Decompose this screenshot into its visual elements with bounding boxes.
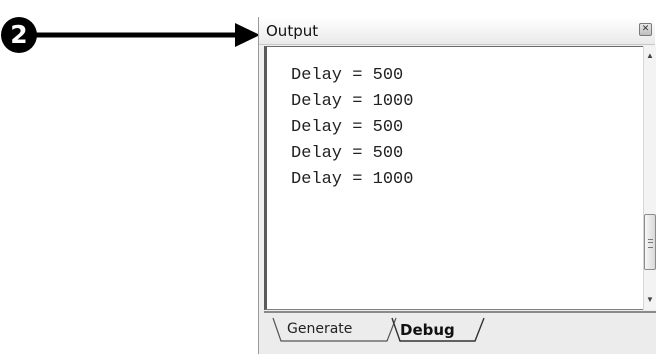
tab-debug[interactable]: Debug	[392, 318, 482, 341]
scroll-grip-icon	[648, 239, 653, 248]
output-line: Delay = 1000	[291, 92, 414, 111]
tab-strip: Generate Debug	[259, 310, 656, 354]
output-line: Delay = 500	[291, 144, 404, 163]
output-window: Output ✕ Delay = 500 Delay = 1000 Delay …	[258, 17, 656, 354]
window-title: Output	[266, 22, 319, 40]
tab-debug-label: Debug	[400, 321, 455, 339]
scroll-down-arrow-icon[interactable]: ▼	[644, 292, 656, 308]
output-text-pane[interactable]: Delay = 500 Delay = 1000 Delay = 500 Del…	[264, 46, 649, 310]
output-line: Delay = 1000	[291, 170, 414, 189]
window-titlebar: Output ✕	[259, 17, 655, 45]
output-lines: Delay = 500 Delay = 1000 Delay = 500 Del…	[291, 63, 413, 193]
scroll-up-arrow-icon[interactable]: ▲	[644, 48, 656, 64]
close-icon[interactable]: ✕	[639, 23, 652, 36]
output-line: Delay = 500	[291, 118, 404, 137]
vertical-scrollbar[interactable]: ▲ ▼	[643, 46, 656, 310]
tab-generate[interactable]: Generate	[273, 318, 383, 341]
scrollbar-thumb[interactable]	[644, 214, 656, 270]
output-line: Delay = 500	[291, 66, 404, 85]
callout-arrow	[30, 23, 260, 47]
tab-generate-label: Generate	[287, 321, 353, 337]
